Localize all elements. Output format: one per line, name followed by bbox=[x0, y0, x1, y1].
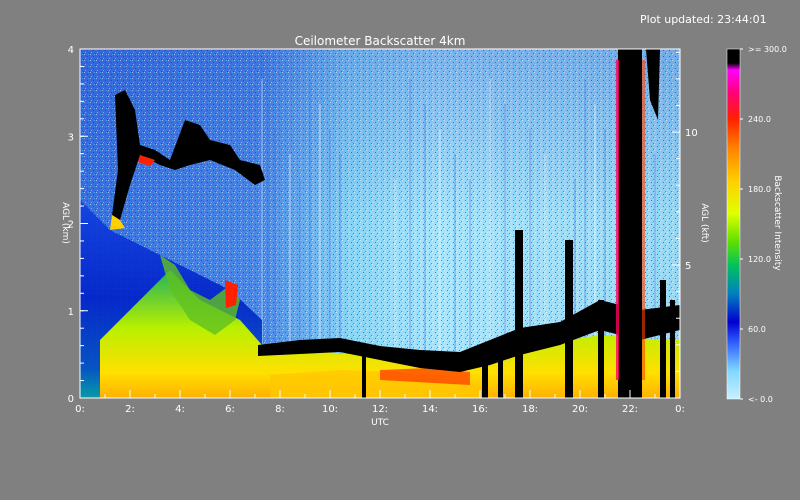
plot-area bbox=[80, 49, 680, 398]
rain-shaft bbox=[362, 355, 366, 398]
precip-edge bbox=[616, 60, 619, 380]
colorbar-tick-label: 240.0 bbox=[748, 115, 771, 124]
x-tick-label: 12: bbox=[372, 404, 388, 415]
rain-shaft bbox=[660, 280, 666, 398]
precip-column bbox=[618, 49, 642, 398]
rain-shaft bbox=[515, 230, 523, 398]
rain-shaft bbox=[565, 240, 573, 398]
x-tick-label: 14: bbox=[422, 404, 438, 415]
x-tick-label: 4: bbox=[175, 404, 185, 415]
x-axis-label: UTC bbox=[371, 418, 389, 428]
x-tick-label: 18: bbox=[522, 404, 538, 415]
y-right-tick-label: 10 bbox=[685, 128, 698, 139]
colorbar-tick-label: >= 300.0 bbox=[748, 45, 787, 54]
colorbar bbox=[726, 48, 741, 400]
precip-edge bbox=[642, 60, 645, 380]
colorbar-tick-label: 60.0 bbox=[748, 325, 766, 334]
rain-shaft bbox=[498, 358, 503, 398]
x-tick-label: 6: bbox=[225, 404, 235, 415]
y-tick-label: 4 bbox=[68, 45, 74, 56]
y-tick-label: 0 bbox=[68, 394, 74, 405]
colorbar-tick-label: 120.0 bbox=[748, 255, 771, 264]
y-tick-label: 3 bbox=[68, 132, 74, 143]
x-tick-label: 22: bbox=[622, 404, 638, 415]
x-tick-label: 10: bbox=[322, 404, 338, 415]
x-tick-label: 8: bbox=[275, 404, 285, 415]
x-tick-label: 0: bbox=[675, 404, 685, 415]
colorbar-tick-label: 180.0 bbox=[748, 185, 771, 194]
x-tick-label: 16: bbox=[472, 404, 488, 415]
colorbar-tick-label: <- 0.0 bbox=[748, 395, 773, 404]
rain-shaft bbox=[598, 300, 604, 398]
x-tick-label: 0: bbox=[75, 404, 85, 415]
colorbar-label: Backscatter Intensity bbox=[772, 175, 782, 271]
x-tick-label: 2: bbox=[125, 404, 135, 415]
chart-title: Ceilometer Backscatter 4km bbox=[295, 34, 466, 48]
y-axis-label-right: AGL (kft) bbox=[699, 203, 709, 243]
rain-shaft bbox=[482, 360, 488, 398]
x-tick-label: 20: bbox=[572, 404, 588, 415]
backscatter-chart: 0: 2: 4: 6: 8: 10: 12: 14: 16: 18: 20: 22: 0: 01234 … bbox=[60, 34, 787, 428]
y-right-tick-label: 5 bbox=[685, 261, 691, 272]
y-tick-label: 1 bbox=[68, 307, 74, 318]
rain-shaft bbox=[670, 300, 675, 398]
y-axis-label: AGL (km) bbox=[60, 202, 70, 244]
